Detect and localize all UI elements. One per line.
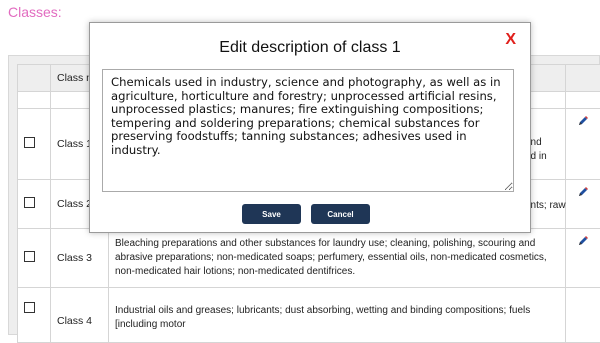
checkbox-icon[interactable]	[24, 302, 35, 313]
pencil-icon[interactable]	[577, 115, 589, 130]
class-name: Class 3	[51, 229, 109, 288]
close-icon[interactable]: X	[505, 31, 516, 49]
description-textarea[interactable]: Chemicals used in industry, science and …	[102, 69, 514, 192]
pencil-icon[interactable]	[577, 235, 589, 250]
class-name: Class 4	[51, 288, 109, 343]
class-2-description-fragment: ants; raw	[525, 199, 566, 213]
cancel-button[interactable]: Cancel	[311, 204, 370, 224]
checkbox-icon[interactable]	[24, 251, 35, 262]
header-check-cell	[18, 65, 51, 92]
save-button[interactable]: Save	[242, 204, 301, 224]
class-description: Industrial oils and greases; lubricants;…	[109, 288, 566, 343]
pencil-icon[interactable]	[577, 186, 589, 201]
header-edit	[566, 65, 600, 92]
table-row: Class 3 Bleaching preparations and other…	[18, 229, 600, 288]
classes-heading: Classes:	[8, 4, 62, 20]
edit-description-modal: Edit description of class 1 X Chemicals …	[89, 22, 531, 233]
modal-title: Edit description of class 1	[90, 39, 530, 57]
class-description: Bleaching preparations and other substan…	[109, 229, 566, 288]
table-row: Class 4 Industrial oils and greases; lub…	[18, 288, 600, 343]
checkbox-icon[interactable]	[24, 197, 35, 208]
checkbox-icon[interactable]	[24, 137, 35, 148]
